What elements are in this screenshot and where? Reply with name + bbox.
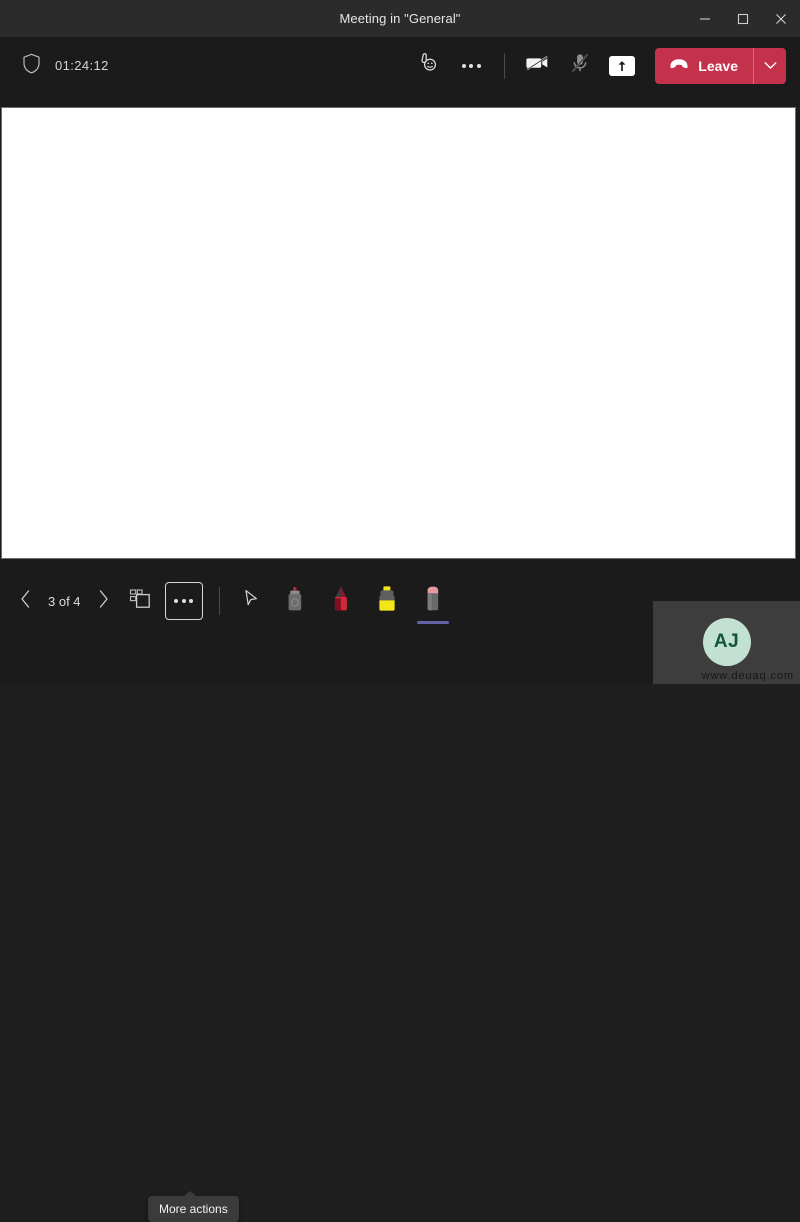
shield-icon — [22, 53, 41, 79]
toolbar-divider — [218, 587, 220, 615]
camera-button[interactable] — [517, 47, 559, 85]
minimize-icon — [699, 13, 711, 25]
leave-dropdown-button[interactable] — [753, 47, 786, 84]
avatar-initials: AJ — [713, 630, 740, 652]
selected-tool-indicator — [416, 621, 449, 624]
control-divider — [504, 52, 506, 79]
more-actions-tooltip: More actions — [148, 1191, 239, 1222]
ellipsis-icon — [174, 599, 194, 603]
meeting-status-group: 01:24:12 — [0, 53, 109, 79]
chevron-left-icon — [19, 589, 32, 614]
leave-button[interactable]: Leave — [655, 48, 753, 84]
slide-counter: 3 of 4 — [48, 593, 81, 609]
hangup-icon — [669, 57, 689, 75]
meeting-actions-group: Leave — [408, 37, 786, 94]
window-controls — [686, 0, 800, 37]
window-title: Meeting in "General" — [339, 11, 461, 26]
highlighter-icon — [374, 584, 400, 621]
meeting-timer: 01:24:12 — [55, 58, 109, 73]
ellipsis-icon — [461, 63, 481, 68]
slide-layout-button[interactable] — [123, 584, 157, 618]
toolbar-items: 3 of 4 — [0, 570, 456, 632]
pointer-tool-button[interactable] — [234, 584, 268, 618]
black-pen-tool-button[interactable] — [276, 581, 314, 621]
next-slide-button[interactable] — [89, 586, 119, 616]
title-bar: Meeting in "General" — [0, 0, 800, 37]
cursor-icon — [241, 588, 261, 615]
leave-label: Leave — [698, 57, 738, 74]
close-button[interactable] — [762, 0, 800, 37]
avatar: AJ — [702, 617, 751, 666]
yellow-highlighter-tool-button[interactable] — [368, 581, 406, 621]
red-pen-tool-button[interactable] — [322, 581, 360, 621]
participant-tile[interactable]: AJ www.deuaq.com — [653, 601, 800, 684]
more-options-button[interactable] — [450, 47, 492, 85]
pen-icon — [329, 584, 353, 621]
watermark: www.deuaq.com — [701, 670, 794, 682]
whiteboard-canvas[interactable] — [2, 108, 795, 558]
share-screen-icon — [609, 55, 636, 76]
meeting-control-bar: 01:24:12 Leave — [0, 37, 800, 94]
eraser-icon — [421, 584, 445, 621]
pen-icon — [283, 584, 307, 621]
previous-slide-button[interactable] — [10, 586, 40, 616]
maximize-icon — [737, 13, 749, 25]
shared-content-stage — [0, 94, 800, 570]
reactions-icon — [417, 51, 441, 80]
maximize-button[interactable] — [724, 0, 762, 37]
close-icon — [775, 13, 787, 25]
minimize-button[interactable] — [686, 0, 724, 37]
camera-off-icon — [525, 51, 551, 80]
slide-layout-icon — [129, 588, 151, 615]
more-actions-button[interactable] — [164, 582, 203, 620]
microphone-button[interactable] — [559, 47, 601, 85]
chevron-down-icon — [764, 57, 777, 75]
reactions-button[interactable] — [408, 47, 450, 85]
mic-muted-icon — [568, 51, 592, 80]
leave-button-group: Leave — [655, 47, 786, 84]
share-screen-button[interactable] — [601, 47, 643, 85]
eraser-tool-button[interactable] — [414, 581, 452, 624]
chevron-right-icon — [97, 589, 110, 614]
